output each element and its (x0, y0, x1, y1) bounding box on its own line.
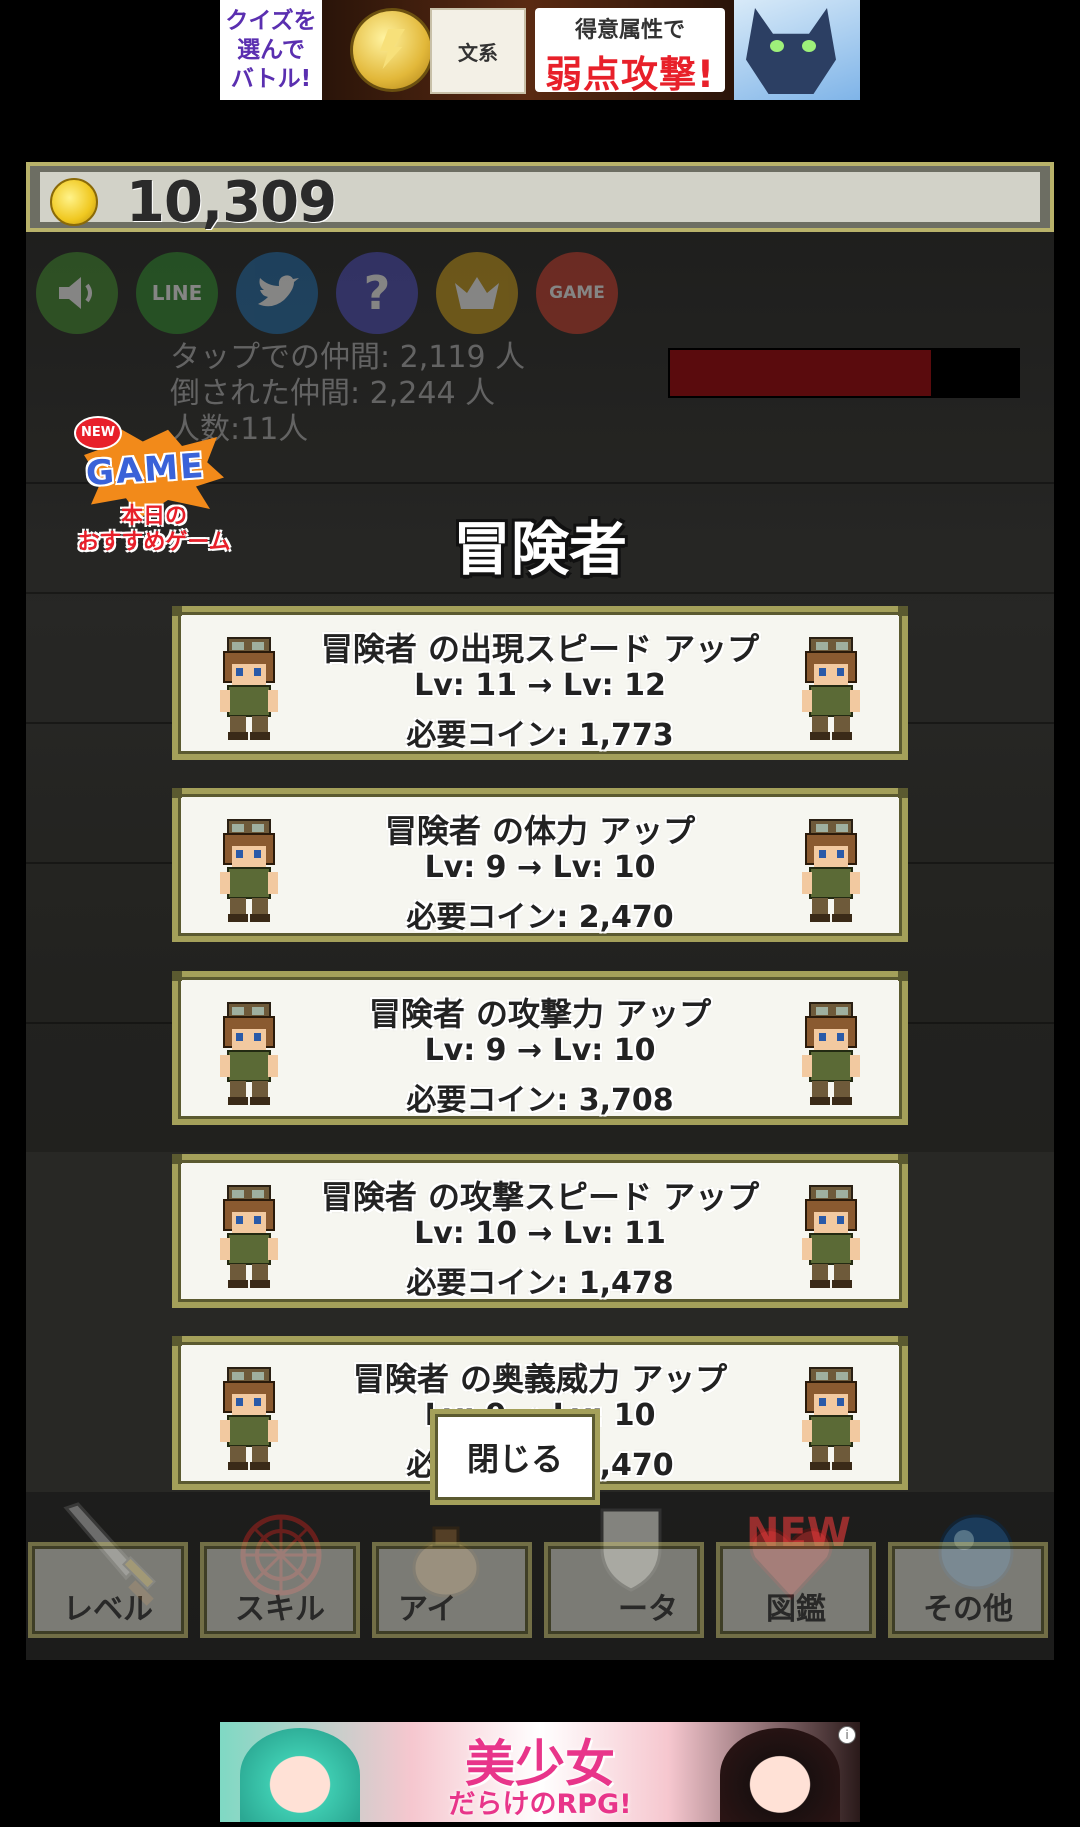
upgrade-card[interactable]: 冒険者 の体力 アップ Lv: 9 → Lv: 10 必要コイン: 2,470 (172, 788, 908, 942)
ad-info-icon[interactable]: i (838, 1726, 856, 1744)
coin-bar: 10,309 (26, 162, 1054, 235)
bird-icon (258, 275, 299, 307)
upgrade-cost: 必要コイン: 1,478 (406, 1266, 674, 1301)
panel-title: 冒険者 (452, 515, 627, 583)
upgrade-title: 冒険者 の攻撃スピード アップ (320, 1178, 760, 1216)
nav-skill[interactable]: スキル (200, 1542, 360, 1638)
nav-other-label: その他 (923, 1592, 1013, 1627)
ad-tag: 文系 (430, 8, 526, 94)
cat-eye-left (770, 40, 784, 52)
social-button-row: LINE ? GAME (36, 252, 618, 334)
stat-defeated-allies: 倒された仲間: 2,244 人 (170, 376, 496, 411)
nav-level[interactable]: レベル (28, 1542, 188, 1638)
ad-quiz-text: クイズを 選んで バトル! (220, 0, 322, 100)
bottom-ad-banner[interactable]: 美少女 だらけのRPG! i (220, 1722, 860, 1822)
upgrade-levels: Lv: 9 → Lv: 10 (424, 1033, 656, 1068)
nav-encyclopedia[interactable]: 図鑑 (716, 1542, 876, 1638)
promo-game-text: GAME (84, 445, 207, 495)
nav-item-label: アイ (398, 1592, 457, 1627)
cat-icon (746, 8, 836, 94)
stat-tapped-allies: タップでの仲間: 2,119 人 (170, 340, 526, 375)
cat-eye-right (802, 40, 816, 52)
nav-level-label: レベル (63, 1592, 153, 1627)
upgrade-title: 冒険者 の体力 アップ (384, 812, 696, 850)
top-ad-banner[interactable]: クイズを 選んで バトル! 文系 得意属性で 弱点攻撃! (220, 0, 860, 100)
line-label: LINE (151, 281, 203, 305)
ad-cat-art (734, 0, 860, 100)
line-button[interactable]: LINE (136, 252, 218, 334)
game-button[interactable]: GAME (536, 252, 618, 334)
upgrade-title: 冒険者 の奥義威力 アップ (352, 1360, 728, 1398)
nav-data[interactable]: ータ (544, 1542, 704, 1638)
nav-data-label: ータ (618, 1592, 678, 1627)
upgrade-cost: 必要コイン: 2,470 (406, 900, 674, 935)
sound-button[interactable] (36, 252, 118, 334)
enemy-hp-bar (668, 348, 1020, 398)
close-button[interactable]: 閉じる (430, 1409, 600, 1505)
help-label: ? (363, 266, 391, 320)
speaker-icon (59, 277, 92, 309)
upgrade-title: 冒険者 の攻撃力 アップ (368, 995, 712, 1033)
ad-bottom-line2: だらけのRPG! (448, 1789, 632, 1820)
upgrade-levels: Lv: 10 → Lv: 11 (414, 1216, 666, 1251)
enemy-hp-fill (670, 350, 931, 396)
help-button[interactable]: ? (336, 252, 418, 334)
ad-copy-line1: 得意属性で (574, 18, 685, 43)
upgrade-cost: 必要コイン: 1,773 (406, 718, 674, 753)
twitter-button[interactable] (236, 252, 318, 334)
crown-icon (455, 277, 499, 309)
upgrade-levels: Lv: 9 → Lv: 10 (424, 850, 656, 885)
coin-count: 10,309 (126, 170, 337, 235)
upgrade-cost: 必要コイン: 3,708 (406, 1083, 674, 1118)
lightning-coin-icon (350, 8, 434, 92)
new-badge: NEW (74, 416, 122, 450)
ad-copy-line2: 弱点攻撃! (545, 53, 715, 96)
ranking-button[interactable] (436, 252, 518, 334)
nav-skill-label: スキル (235, 1592, 325, 1627)
nav-other[interactable]: その他 (888, 1542, 1048, 1638)
ad-center: 文系 得意属性で 弱点攻撃! (322, 0, 734, 100)
upgrade-card[interactable]: 冒険者 の出現スピード アップ Lv: 11 → Lv: 12 必要コイン: 1… (172, 606, 908, 760)
bottom-nav: NEW レベル スキル アイ ータ 図鑑 その他 (26, 1502, 1054, 1652)
game-label: GAME (549, 283, 605, 303)
upgrade-title: 冒険者 の出現スピード アップ (320, 630, 760, 668)
upgrade-levels: Lv: 11 → Lv: 12 (414, 668, 666, 703)
nav-encyclopedia-label: 図鑑 (766, 1592, 826, 1627)
coin-icon (50, 178, 98, 226)
upgrade-card[interactable]: 冒険者 の攻撃力 アップ Lv: 9 → Lv: 10 必要コイン: 3,708 (172, 971, 908, 1125)
upgrade-card[interactable]: 冒険者 の攻撃スピード アップ Lv: 10 → Lv: 11 必要コイン: 1… (172, 1154, 908, 1308)
ad-copy-box: 得意属性で 弱点攻撃! (535, 8, 725, 96)
nav-item[interactable]: アイ (372, 1542, 532, 1638)
